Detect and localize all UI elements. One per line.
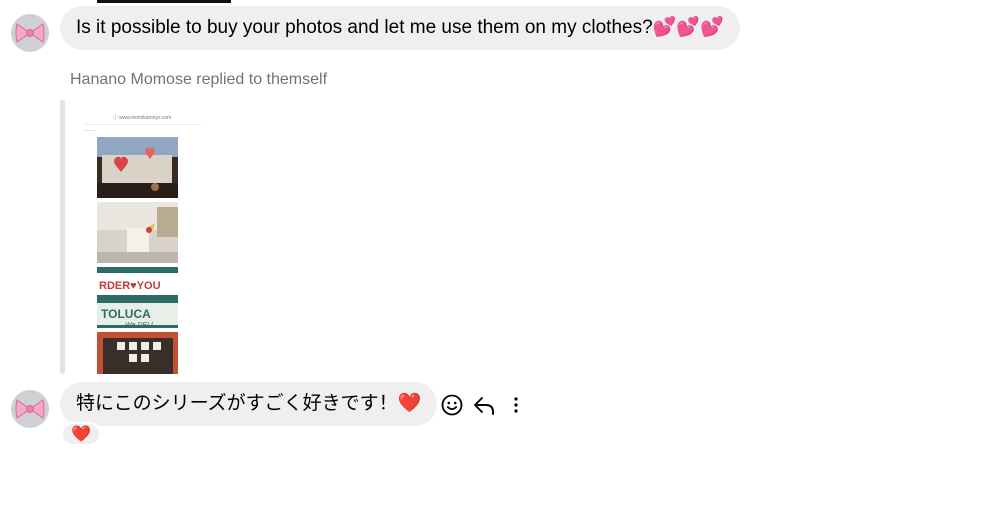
smiley-icon bbox=[441, 394, 463, 416]
reply-arrow-icon bbox=[474, 397, 494, 415]
message-text: Is it possible to buy your photos and le… bbox=[76, 17, 653, 38]
message-text: 特にこのシリーズがすごく好きです！ bbox=[76, 393, 398, 414]
sender-avatar[interactable] bbox=[11, 390, 49, 428]
svg-text:RDER♥YOU: RDER♥YOU bbox=[99, 280, 161, 292]
preview-url: ⓘ www.momikamoys.com bbox=[112, 115, 172, 121]
reply-context-label: Hanano Momose replied to themself bbox=[70, 71, 328, 88]
photo-thumbnail: RDER♥YOU TOLUCA We DELI bbox=[97, 267, 178, 328]
reaction-badge[interactable]: ❤️ bbox=[61, 422, 101, 446]
photo-thumbnail bbox=[97, 202, 178, 263]
heart-emoji: ❤️ bbox=[397, 393, 422, 414]
reply-quote-bar bbox=[60, 100, 65, 374]
previous-image-crop bbox=[97, 0, 231, 3]
bow-avatar-icon bbox=[15, 399, 45, 419]
react-button[interactable] bbox=[436, 390, 468, 420]
svg-text:We DELI: We DELI bbox=[125, 322, 153, 328]
preview-tag: ——— bbox=[83, 127, 95, 132]
two-hearts-emoji: 💕💕💕 bbox=[652, 17, 724, 38]
message-actions bbox=[436, 390, 532, 420]
bow-avatar-icon bbox=[15, 23, 45, 43]
photo-thumbnail bbox=[97, 137, 178, 198]
more-options-button[interactable] bbox=[500, 390, 532, 420]
heart-reaction-emoji: ❤️ bbox=[71, 426, 91, 443]
more-vertical-icon bbox=[514, 397, 518, 413]
photo-thumbnail bbox=[97, 332, 178, 374]
message-bubble[interactable]: 特にこのシリーズがすごく好きです！❤️ bbox=[60, 382, 438, 426]
sender-avatar[interactable] bbox=[11, 14, 49, 52]
message-bubble[interactable]: Is it possible to buy your photos and le… bbox=[60, 6, 740, 50]
preview-divider bbox=[83, 124, 201, 125]
svg-text:TOLUCA: TOLUCA bbox=[101, 307, 151, 321]
replied-image-preview[interactable]: ⓘ www.momikamoys.com ——— RDER♥YOU TOLUCA… bbox=[75, 100, 205, 374]
reply-button[interactable] bbox=[468, 390, 500, 420]
